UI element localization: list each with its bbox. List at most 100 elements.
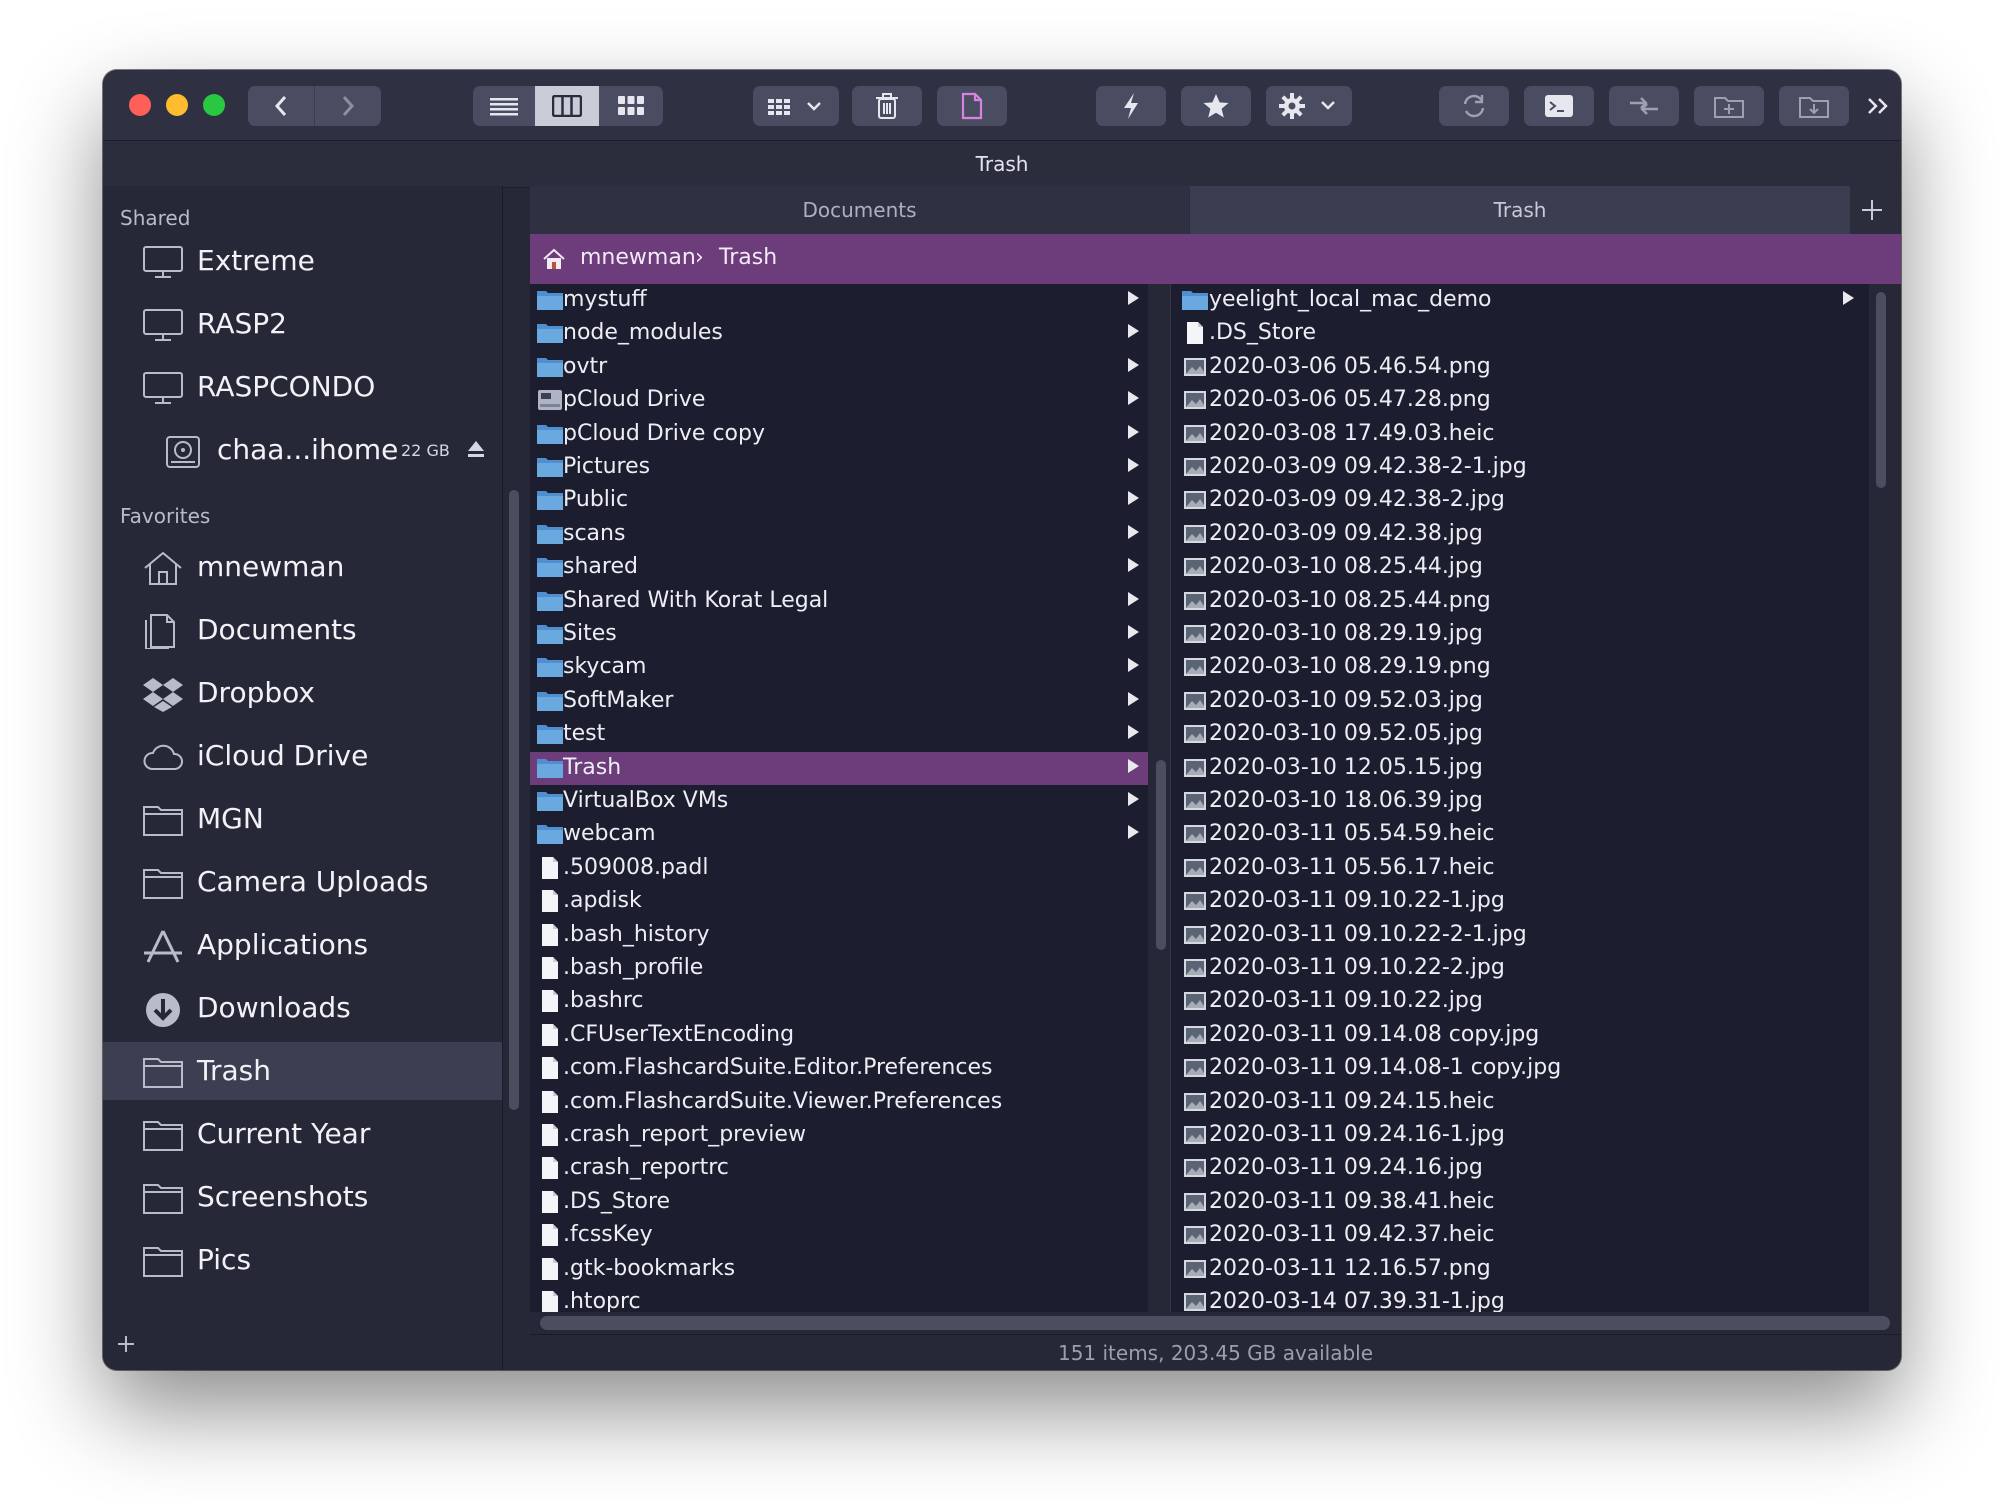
sidebar-scrollbar[interactable] [509, 490, 519, 1110]
sidebar-item-raspcondo[interactable]: RASPCONDO [103, 358, 502, 416]
folder-row[interactable]: Trash [530, 751, 1148, 785]
file-row[interactable]: 2020-03-11 05.54.59.heic [1171, 818, 1869, 851]
sidebar-item-camera-uploads[interactable]: Camera Uploads [103, 853, 502, 911]
grid-menu-button[interactable] [753, 86, 839, 126]
path-current[interactable]: Trash [719, 245, 777, 270]
tab-trash[interactable]: Trash [1190, 186, 1850, 234]
lightning-button[interactable] [1096, 86, 1166, 126]
horizontal-scrollbar[interactable] [540, 1316, 1890, 1330]
file-row[interactable]: 2020-03-08 17.49.03.heic [1171, 418, 1869, 451]
folder-row[interactable]: Shared With Korat Legal [530, 585, 1148, 618]
favorite-button[interactable] [1181, 86, 1251, 126]
folder-row[interactable]: pCloud Drive copy [530, 418, 1148, 451]
folder-row[interactable]: Sites [530, 618, 1148, 651]
file-row[interactable]: .gtk-bookmarks [530, 1253, 1148, 1286]
sidebar-item-applications[interactable]: Applications [103, 916, 502, 974]
file-row[interactable]: 2020-03-11 09.24.16-1.jpg [1171, 1119, 1869, 1152]
file-row[interactable]: 2020-03-11 12.16.57.png [1171, 1253, 1869, 1286]
file-row[interactable]: .DS_Store [1171, 317, 1869, 350]
icon-view-button[interactable] [599, 86, 663, 126]
folder-row[interactable]: yeelight_local_mac_demo [1171, 284, 1869, 317]
file-row[interactable]: 2020-03-11 09.24.15.heic [1171, 1086, 1869, 1119]
eject-icon[interactable] [467, 439, 485, 459]
sidebar-item-icloud-drive[interactable]: iCloud Drive [103, 727, 502, 785]
sidebar-item-dropbox[interactable]: Dropbox [103, 664, 502, 722]
file-row[interactable]: .bash_profile [530, 952, 1148, 985]
action-menu-button[interactable] [1266, 86, 1352, 126]
folder-row[interactable]: SoftMaker [530, 685, 1148, 718]
file-row[interactable]: 2020-03-11 05.56.17.heic [1171, 852, 1869, 885]
back-button[interactable] [248, 86, 315, 126]
folder-row[interactable]: VirtualBox VMs [530, 785, 1148, 818]
folder-row[interactable]: pCloud Drive [530, 384, 1148, 417]
file-row[interactable]: 2020-03-06 05.47.28.png [1171, 384, 1869, 417]
tab-documents[interactable]: Documents [530, 186, 1189, 234]
file-row[interactable]: .crash_reportrc [530, 1152, 1148, 1185]
archive-button[interactable] [1779, 86, 1849, 126]
file-row[interactable]: 2020-03-11 09.38.41.heic [1171, 1186, 1869, 1219]
toolbar-overflow-button[interactable] [1863, 88, 1893, 124]
file-row[interactable]: 2020-03-10 12.05.15.jpg [1171, 752, 1869, 785]
new-file-button[interactable] [937, 86, 1007, 126]
refresh-button[interactable] [1439, 86, 1509, 126]
file-row[interactable]: 2020-03-09 09.42.38.jpg [1171, 518, 1869, 551]
file-row[interactable]: .DS_Store [530, 1186, 1148, 1219]
file-row[interactable]: .509008.padl [530, 852, 1148, 885]
folder-row[interactable]: test [530, 718, 1148, 751]
column-view-button[interactable] [535, 86, 599, 126]
file-row[interactable]: 2020-03-09 09.42.38-2.jpg [1171, 484, 1869, 517]
file-row[interactable]: .apdisk [530, 885, 1148, 918]
folder-row[interactable]: webcam [530, 818, 1148, 851]
sidebar-item-current-year[interactable]: Current Year [103, 1105, 502, 1163]
folder-row[interactable]: node_modules [530, 317, 1148, 350]
file-row[interactable]: 2020-03-11 09.10.22-1.jpg [1171, 885, 1869, 918]
file-row[interactable]: .fcssKey [530, 1219, 1148, 1252]
file-row[interactable]: 2020-03-11 09.10.22-2.jpg [1171, 952, 1869, 985]
compare-button[interactable] [1609, 86, 1679, 126]
file-row[interactable]: 2020-03-10 09.52.05.jpg [1171, 718, 1869, 751]
new-folder-button[interactable] [1694, 86, 1764, 126]
file-row[interactable]: .bashrc [530, 985, 1148, 1018]
file-row[interactable]: 2020-03-10 09.52.03.jpg [1171, 685, 1869, 718]
folder-row[interactable]: scans [530, 518, 1148, 551]
sidebar-item-chaa-ihome[interactable]: chaa...ihome 22 GB [103, 421, 502, 479]
sidebar-item-pics[interactable]: Pics [103, 1231, 502, 1289]
sidebar-item-screenshots[interactable]: Screenshots [103, 1168, 502, 1226]
close-window-button[interactable] [129, 94, 151, 116]
terminal-button[interactable] [1524, 86, 1594, 126]
file-row[interactable]: 2020-03-11 09.10.22-2-1.jpg [1171, 919, 1869, 952]
file-row[interactable]: 2020-03-11 09.10.22.jpg [1171, 985, 1869, 1018]
folder-row[interactable]: shared [530, 551, 1148, 584]
sidebar-item-mgn[interactable]: MGN [103, 790, 502, 848]
column-home-scrollbar[interactable] [1156, 760, 1166, 950]
sidebar-item-trash[interactable]: Trash [103, 1042, 502, 1100]
folder-row[interactable]: Pictures [530, 451, 1148, 484]
zoom-window-button[interactable] [203, 94, 225, 116]
sidebar-item-documents[interactable]: Documents [103, 601, 502, 659]
list-view-button[interactable] [473, 86, 535, 126]
folder-row[interactable]: mystuff [530, 284, 1148, 317]
file-row[interactable]: 2020-03-11 09.24.16.jpg [1171, 1152, 1869, 1185]
file-row[interactable]: .com.FlashcardSuite.Viewer.Preferences [530, 1086, 1148, 1119]
file-row[interactable]: 2020-03-10 08.25.44.png [1171, 585, 1869, 618]
path-home[interactable]: mnewman [580, 245, 696, 270]
column-trash-scrollbar[interactable] [1876, 292, 1886, 488]
file-row[interactable]: .htoprc [530, 1286, 1148, 1312]
file-row[interactable]: 2020-03-06 05.46.54.png [1171, 351, 1869, 384]
file-row[interactable]: 2020-03-11 09.42.37.heic [1171, 1219, 1869, 1252]
file-row[interactable]: 2020-03-11 09.14.08 copy.jpg [1171, 1019, 1869, 1052]
file-row[interactable]: 2020-03-10 18.06.39.jpg [1171, 785, 1869, 818]
sidebar-item-rasp2[interactable]: RASP2 [103, 295, 502, 353]
delete-button[interactable] [852, 86, 922, 126]
file-row[interactable]: .com.FlashcardSuite.Editor.Preferences [530, 1052, 1148, 1085]
folder-row[interactable]: ovtr [530, 351, 1148, 384]
folder-row[interactable]: Public [530, 484, 1148, 517]
file-row[interactable]: 2020-03-10 08.25.44.jpg [1171, 551, 1869, 584]
sidebar-item-mnewman[interactable]: mnewman [103, 538, 502, 596]
minimize-window-button[interactable] [166, 94, 188, 116]
file-row[interactable]: .crash_report_preview [530, 1119, 1148, 1152]
sidebar-item-downloads[interactable]: Downloads [103, 979, 502, 1037]
sidebar-add-button[interactable] [116, 1334, 136, 1354]
file-row[interactable]: 2020-03-11 09.14.08-1 copy.jpg [1171, 1052, 1869, 1085]
file-row[interactable]: 2020-03-10 08.29.19.png [1171, 651, 1869, 684]
